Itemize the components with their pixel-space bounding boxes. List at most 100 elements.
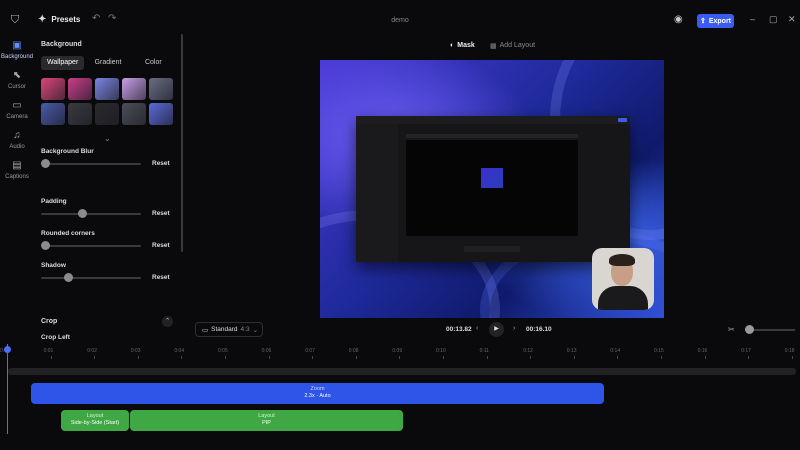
zoom-clip[interactable]: Zoom 2.3x · Auto [31, 383, 604, 404]
ruler-tick-label: 0:04 [174, 348, 185, 354]
recorded-canvas-header [406, 134, 578, 138]
timeline-zoom-slider[interactable] [745, 325, 795, 334]
wallpaper-thumbnail[interactable] [68, 103, 92, 125]
background-panel: Background Wallpaper Gradient Color ⌄ Ba… [34, 34, 184, 344]
end-time: 00:16.10 [526, 326, 552, 333]
ruler-tick: 0:06 [262, 348, 271, 359]
slider-knob[interactable] [64, 273, 73, 282]
cursor-icon: ⬉ [12, 70, 22, 81]
slider-knob[interactable] [41, 159, 50, 168]
panel-title: Background [41, 41, 82, 48]
ruler-tick: 0:07 [305, 348, 315, 359]
mask-label: Mask [457, 42, 475, 49]
playhead[interactable] [7, 344, 8, 434]
image-icon: ▣ [12, 40, 22, 51]
slider-knob[interactable] [41, 241, 50, 250]
ruler-tick-label: 0:16 [697, 348, 708, 354]
nav-cursor[interactable]: ⬉ Cursor [0, 70, 34, 90]
layout-clip-detail: Side-by-Side (Start) [70, 420, 120, 426]
layout-clip[interactable]: Layout PIP [130, 410, 403, 431]
minimize-icon[interactable]: – [750, 14, 755, 24]
zoom-clip-detail: 2.3x · Auto [304, 393, 331, 399]
wallpaper-thumbnail[interactable] [149, 78, 173, 100]
ruler-tick: 0:11 [480, 348, 489, 359]
previous-icon[interactable]: ‹ [476, 325, 478, 332]
tab-wallpaper[interactable]: Wallpaper [41, 56, 85, 70]
recorded-canvas [406, 140, 578, 236]
background-blur-control: Background Blur Reset [41, 148, 175, 168]
ruler-tick-label: 0:11 [479, 348, 489, 354]
wallpaper-thumbnail[interactable] [95, 103, 119, 125]
nav-audio[interactable]: ♫ Audio [0, 130, 34, 150]
aspect-ratio: 4:3 [240, 326, 250, 333]
tab-gradient[interactable]: Gradient [86, 56, 129, 70]
recorded-sidebar [356, 124, 398, 262]
shadow-reset[interactable]: Reset [152, 274, 170, 281]
nav-background[interactable]: ▣ Background [0, 40, 34, 60]
recorded-toolbar [356, 116, 630, 124]
nav-cursor-label: Cursor [7, 84, 26, 90]
export-button[interactable]: ⇪ Export [697, 14, 734, 28]
nav-camera-label: Camera [6, 114, 28, 120]
ruler-tick: 0:08 [349, 348, 359, 359]
shadow-slider[interactable] [41, 273, 141, 282]
playhead-handle[interactable] [4, 346, 11, 353]
rounded-corners-reset[interactable]: Reset [152, 242, 170, 249]
layout-clip-title: Layout [258, 413, 275, 419]
rounded-corners-slider[interactable] [41, 241, 141, 250]
slider-knob[interactable] [78, 209, 87, 218]
nav-camera[interactable]: ▭ Camera [0, 100, 34, 120]
ruler-tick: 0:10 [436, 348, 446, 359]
captions-icon: ▤ [12, 160, 22, 171]
chevron-down-icon: ⌄ [252, 326, 259, 334]
padding-slider[interactable] [41, 209, 141, 218]
wallpaper-thumbnail[interactable] [68, 78, 92, 100]
ruler-tick: 0:12 [523, 348, 533, 359]
mask-button[interactable]: ◐ Mask [450, 42, 475, 49]
padding-control: Padding Reset [41, 198, 175, 218]
video-preview[interactable] [320, 60, 664, 318]
split-icon[interactable]: ✂ [728, 325, 735, 334]
ruler-tick: 0:17 [741, 348, 751, 359]
ruler-tick: 0:01 [44, 348, 53, 359]
padding-reset[interactable]: Reset [152, 210, 170, 217]
add-layout-label: Add Layout [499, 42, 536, 49]
preview-eye-icon[interactable]: ◉ [674, 14, 683, 25]
recorded-mini-preview [481, 168, 503, 188]
background-blur-reset[interactable]: Reset [152, 160, 170, 167]
padding-label: Padding [41, 198, 67, 205]
ruler-tick-label: 0:15 [654, 348, 664, 354]
wallpaper-thumbnail[interactable] [41, 103, 65, 125]
ruler-tick: 0:15 [654, 348, 664, 359]
panel-scrollbar[interactable] [181, 34, 183, 252]
add-layout-button[interactable]: ▦ Add Layout [490, 42, 535, 50]
chevron-down-icon[interactable]: ⌄ [104, 134, 111, 143]
wallpaper-thumbnail[interactable] [122, 78, 146, 100]
wallpaper-thumbnail[interactable] [122, 103, 146, 125]
timeline-ruler[interactable]: 0:000:010:020:030:040:050:060:070:080:09… [0, 344, 800, 362]
track-background [8, 368, 796, 375]
layout-clip-detail: PIP [262, 420, 271, 426]
nav-captions[interactable]: ▤ Captions [0, 160, 34, 180]
aspect-ratio-select[interactable]: ▭ Standard 4:3 ⌄ [195, 322, 263, 337]
camera-overlay[interactable] [592, 248, 654, 310]
crop-collapse-button[interactable]: ⌃ [162, 316, 173, 327]
layout-clip[interactable]: Layout Side-by-Side (Start) [61, 410, 129, 431]
ruler-tick-label: 0:18 [784, 348, 795, 354]
play-button[interactable]: ▶ [489, 322, 504, 337]
wallpaper-thumbnail[interactable] [41, 78, 65, 100]
background-blur-slider[interactable] [41, 159, 141, 168]
slider-knob[interactable] [745, 325, 754, 334]
next-icon[interactable]: › [513, 325, 515, 332]
background-blur-label: Background Blur [41, 148, 94, 155]
wallpaper-thumbnail[interactable] [95, 78, 119, 100]
maximize-icon[interactable]: ▢ [769, 14, 778, 25]
close-icon[interactable]: ✕ [788, 14, 796, 25]
ruler-tick: 0:18 [785, 348, 795, 359]
shadow-label: Shadow [41, 262, 66, 269]
ruler-tick: 0:13 [567, 348, 577, 359]
tab-color[interactable]: Color [132, 56, 175, 70]
audio-icon: ♫ [13, 130, 21, 141]
wallpaper-thumbnail[interactable] [149, 103, 173, 125]
aspect-icon: ▭ [202, 326, 209, 334]
